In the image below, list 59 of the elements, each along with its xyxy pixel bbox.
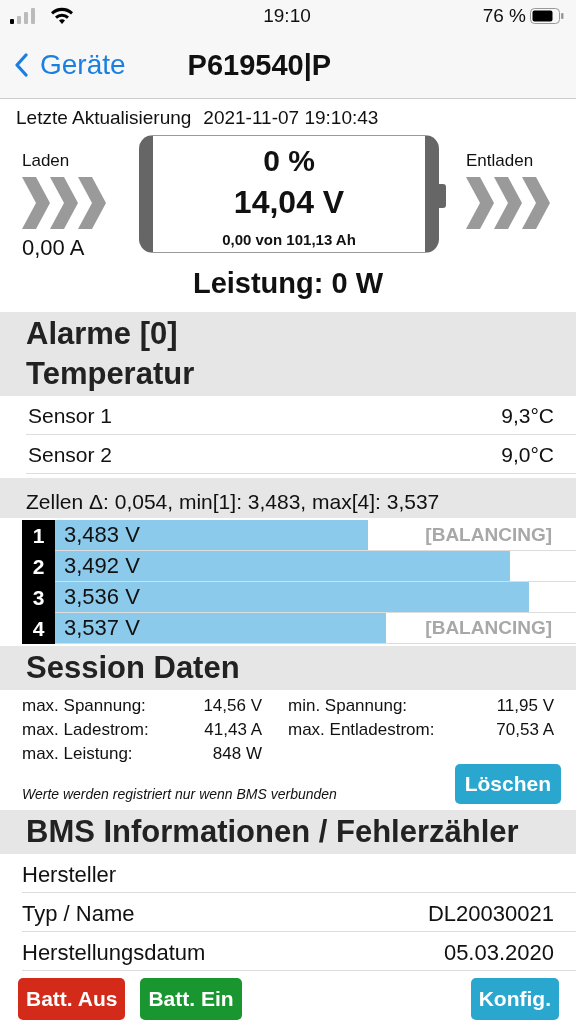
battery-voltage: 14,04 V: [233, 184, 345, 221]
info-label: Typ / Name: [22, 901, 135, 927]
note-text: Werte werden registriert nur wenn BMS verbunden: [22, 786, 337, 802]
charge-percent: 0 %: [263, 144, 315, 178]
alarms-title: Alarme [0]: [26, 315, 179, 353]
stat-value: 41,43 A: [203, 720, 262, 740]
stat-label: min. Spannung:: [287, 696, 409, 716]
stat-value: 11,95 V: [495, 696, 554, 716]
back-button[interactable]: Geräte: [14, 49, 126, 81]
temperature-title: Temperatur: [26, 355, 196, 393]
battery-capacity: 0,00 von 101,13 Ah: [222, 231, 356, 248]
stat-value: 848 W: [211, 744, 262, 764]
cell-status: [BALANCING]: [425, 524, 552, 546]
chevron-arrows-icon: [466, 177, 552, 229]
stat-label: max. Spannung:: [22, 696, 147, 716]
stat-value: 70,53 A: [495, 720, 554, 740]
cell-voltage: 3,483 V: [63, 522, 140, 548]
charge-current: 0,00 A: [22, 235, 85, 261]
info-value: DL20030021: [428, 901, 554, 927]
update-timestamp: 2021-11-07 19:10:43: [203, 107, 379, 129]
battery-icon: [530, 8, 564, 24]
power-reading: Leistung: 0 W: [191, 267, 385, 300]
battery-toggle-button[interactable]: Batt. Aus: [18, 978, 126, 1020]
info-value: 05.03.2020: [443, 940, 554, 966]
screen-title: P619540|P: [187, 48, 332, 82]
config-button[interactable]: Konfig.: [470, 978, 559, 1020]
status-time: 19:10: [263, 5, 311, 27]
stat-label: max. Ladestrom:: [22, 720, 150, 740]
cell-voltage: 3,537 V: [63, 615, 140, 641]
battery-toggle-button[interactable]: Batt. Ein: [140, 978, 242, 1020]
charge-label: Laden: [22, 151, 70, 171]
stat-value: 14,56 V: [202, 696, 262, 716]
cell-voltage: 3,536 V: [63, 584, 140, 610]
clear-button[interactable]: Löschen: [454, 764, 561, 804]
sensor-value: 9,0°C: [501, 443, 554, 467]
update-label: Letzte Aktualisierung: [16, 107, 192, 129]
battery-percent: 76 %: [482, 5, 526, 27]
info-label: Herstellungsdatum: [22, 940, 206, 966]
info-label: Hersteller: [22, 862, 117, 888]
wifi-icon: [50, 7, 74, 25]
cell-number: 2: [22, 551, 55, 582]
cell-number: 1: [22, 520, 55, 551]
sensor-name: Sensor 2: [28, 443, 113, 467]
cell-voltage: 3,492 V: [63, 553, 140, 579]
bms-title: BMS Informationen / Fehlerzähler: [26, 813, 520, 851]
battery-terminal: [439, 184, 446, 208]
cell-number: 4: [22, 613, 55, 644]
back-chevron-icon: [14, 53, 28, 77]
stat-label: max. Leistung:: [22, 744, 134, 764]
session-title: Session Daten: [26, 649, 241, 687]
cell-status: [BALANCING]: [425, 617, 552, 639]
sensor-name: Sensor 1: [28, 404, 113, 428]
stat-label: max. Entladestrom:: [287, 720, 436, 740]
sensor-value: 9,3°C: [501, 404, 554, 428]
discharge-label: Entladen: [466, 151, 534, 171]
chevron-arrows-icon: [22, 177, 108, 229]
cells-summary: Zellen Δ: 0,054, min[1]: 3,483, max[4]: 3,537: [0, 478, 576, 518]
cell-number: 3: [22, 582, 55, 613]
signal-icon: [10, 8, 36, 24]
